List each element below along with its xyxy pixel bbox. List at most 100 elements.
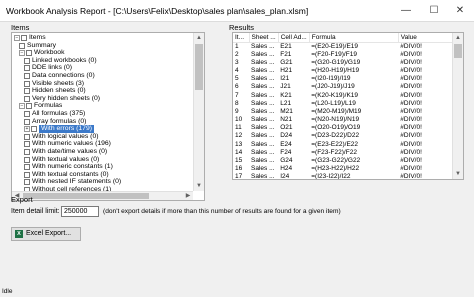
table-row[interactable]: 9 Sales ... M21 =(M20-M19)/M19 #DIV/0! bbox=[233, 108, 456, 116]
tree-item-checkbox-icon[interactable] bbox=[24, 80, 30, 87]
table-row[interactable]: 14 Sales ... F24 =(F23-F22)/F22 #DIV/0! bbox=[233, 149, 456, 157]
tree-item-checkbox-icon[interactable] bbox=[24, 118, 30, 125]
scroll-thumb[interactable] bbox=[195, 44, 203, 90]
table-row[interactable]: 13 Sales ... E24 =(E23-E22)/E22 #DIV/0! bbox=[233, 141, 456, 149]
excel-export-button[interactable]: X Excel Export... bbox=[11, 227, 81, 241]
table-cell: #DIV/0! bbox=[400, 91, 422, 99]
table-row[interactable]: 1 Sales ... E21 =(E20-E19)/E19 #DIV/0! bbox=[233, 42, 456, 51]
items-tree[interactable]: − Items Summary − Workbook Linked workbooks (… bbox=[11, 32, 205, 201]
tree-item-checkbox-icon[interactable] bbox=[24, 171, 30, 178]
tree-item-checkbox-icon[interactable] bbox=[24, 149, 30, 155]
table-row[interactable]: 2 Sales ... F21 =(F20-F19)/F19 #DIV/0! bbox=[233, 51, 456, 59]
table-cell: F24 bbox=[280, 148, 292, 156]
scroll-down-icon[interactable]: ▼ bbox=[194, 181, 204, 191]
table-cell: #DIV/0! bbox=[400, 107, 422, 115]
tree-item-checkbox-icon[interactable] bbox=[24, 164, 30, 171]
item-detail-hint: (don't export details if more than this … bbox=[103, 208, 341, 215]
expand-icon[interactable]: + bbox=[24, 126, 30, 133]
table-cell: 5 bbox=[235, 75, 239, 83]
table-cell: 15 bbox=[235, 157, 243, 165]
table-cell: H21 bbox=[280, 66, 293, 74]
table-cell: Sales ... bbox=[251, 132, 275, 140]
table-row[interactable]: 10 Sales ... N21 =(N20-N19)/N19 #DIV/0! bbox=[233, 116, 456, 124]
scroll-thumb[interactable] bbox=[23, 193, 149, 199]
scroll-up-icon[interactable]: ▲ bbox=[453, 33, 463, 43]
table-cell: N21 bbox=[280, 116, 293, 124]
maximize-icon[interactable]: ☐ bbox=[420, 0, 448, 22]
column-header[interactable]: Sheet ... bbox=[249, 33, 279, 43]
table-row[interactable]: 3 Sales ... G21 =(G20-G19)/G19 #DIV/0! bbox=[233, 59, 456, 67]
table-cell: K21 bbox=[280, 91, 292, 99]
tree-item-checkbox-icon[interactable] bbox=[26, 50, 32, 57]
status-bar: Idle bbox=[0, 285, 474, 297]
collapse-icon[interactable]: − bbox=[19, 103, 25, 110]
table-row[interactable]: 17 Sales ... I24 =(I23-I22)/I22 #DIV/0! bbox=[233, 173, 456, 180]
tree-item-checkbox-icon[interactable] bbox=[24, 95, 30, 102]
table-row[interactable]: 16 Sales ... H24 =(H23-H22)/H22 #DIV/0! bbox=[233, 165, 456, 173]
tree-item-checkbox-icon[interactable] bbox=[19, 42, 25, 49]
scroll-thumb[interactable] bbox=[454, 44, 462, 58]
collapse-icon[interactable]: − bbox=[19, 50, 25, 57]
table-cell: =(G23-G22)/G22 bbox=[311, 157, 361, 165]
table-cell: #DIV/0! bbox=[400, 75, 422, 83]
table-cell: #DIV/0! bbox=[400, 83, 422, 91]
minimize-icon[interactable]: — bbox=[392, 0, 420, 22]
table-row[interactable]: 4 Sales ... H21 =(H20-H19)/H19 #DIV/0! bbox=[233, 67, 456, 75]
table-cell: =(H23-H22)/H22 bbox=[311, 165, 360, 173]
tree-item-checkbox-icon[interactable] bbox=[24, 141, 30, 148]
table-cell: H24 bbox=[280, 165, 293, 173]
table-cell: Sales ... bbox=[251, 173, 275, 180]
table-cell: Sales ... bbox=[251, 124, 275, 132]
table-row[interactable]: 7 Sales ... K21 =(K20-K19)/K19 #DIV/0! bbox=[233, 91, 456, 99]
scroll-right-icon[interactable]: ▶ bbox=[183, 192, 193, 200]
scroll-up-icon[interactable]: ▲ bbox=[194, 33, 204, 43]
tree-item-checkbox-icon[interactable] bbox=[24, 57, 30, 64]
table-cell: #DIV/0! bbox=[400, 148, 422, 156]
table-row[interactable]: 6 Sales ... J21 =(J20-J19)/J19 #DIV/0! bbox=[233, 83, 456, 91]
tree-item-checkbox-icon[interactable] bbox=[31, 126, 37, 133]
table-cell: =(L20-L19)/L19 bbox=[311, 99, 356, 107]
table-cell: E21 bbox=[280, 42, 292, 50]
table-cell: G21 bbox=[280, 58, 293, 66]
table-cell: #DIV/0! bbox=[400, 58, 422, 66]
excel-icon: X bbox=[15, 230, 23, 238]
results-vertical-scrollbar[interactable]: ▲ ▼ bbox=[452, 33, 463, 179]
tree-item-checkbox-icon[interactable] bbox=[24, 65, 30, 72]
column-header[interactable]: Formula bbox=[309, 33, 399, 43]
table-row[interactable]: 11 Sales ... O21 =(O20-O19)/O19 #DIV/0! bbox=[233, 124, 456, 132]
table-cell: Sales ... bbox=[251, 148, 275, 156]
table-cell: 3 bbox=[235, 58, 239, 66]
tree-item-checkbox-icon[interactable] bbox=[24, 111, 30, 117]
tree-item-checkbox-icon[interactable] bbox=[24, 156, 30, 163]
table-cell: Sales ... bbox=[251, 66, 275, 74]
scroll-down-icon[interactable]: ▼ bbox=[453, 169, 463, 179]
table-row[interactable]: 15 Sales ... G24 =(G23-G22)/G22 #DIV/0! bbox=[233, 157, 456, 165]
tree-item-checkbox-icon[interactable] bbox=[24, 179, 30, 186]
table-cell: Sales ... bbox=[251, 91, 275, 99]
table-cell: =(N20-N19)/N19 bbox=[311, 116, 360, 124]
table-cell: O21 bbox=[280, 124, 293, 132]
window-title: Workbook Analysis Report - [C:\Users\Fel… bbox=[6, 6, 309, 16]
tree-horizontal-scrollbar[interactable]: ◀ ▶ bbox=[12, 191, 193, 200]
table-row[interactable]: 5 Sales ... I21 =(I20-I19)/I19 #DIV/0! bbox=[233, 75, 456, 83]
table-cell: 11 bbox=[235, 124, 242, 132]
table-cell: I21 bbox=[280, 75, 290, 83]
column-header[interactable]: Cell Ad... bbox=[278, 33, 310, 43]
table-row[interactable]: 12 Sales ... D24 =(D23-D22)/D22 #DIV/0! bbox=[233, 132, 456, 140]
status-text: Idle bbox=[2, 288, 13, 295]
item-detail-limit-input[interactable]: 250000 bbox=[61, 206, 99, 217]
column-header[interactable]: It... bbox=[233, 33, 250, 43]
close-icon[interactable]: ✕ bbox=[446, 0, 474, 22]
tree-item-checkbox-icon[interactable] bbox=[24, 88, 30, 95]
table-cell: Sales ... bbox=[251, 58, 275, 66]
table-row[interactable]: 8 Sales ... L21 =(L20-L19)/L19 #DIV/0! bbox=[233, 100, 456, 108]
table-cell: #DIV/0! bbox=[400, 157, 422, 165]
results-grid[interactable]: It... Sheet ... Cell Ad... Formula Value 1 Sa… bbox=[232, 32, 464, 180]
column-header[interactable]: Value bbox=[398, 33, 457, 43]
tree-item-checkbox-icon[interactable] bbox=[24, 73, 30, 79]
tree-item-checkbox-icon[interactable] bbox=[24, 133, 30, 140]
tree-item-checkbox-icon[interactable] bbox=[26, 103, 32, 110]
tree-vertical-scrollbar[interactable]: ▲ ▼ bbox=[193, 33, 204, 191]
collapse-icon[interactable]: − bbox=[14, 35, 20, 41]
tree-item-checkbox-icon[interactable] bbox=[21, 35, 27, 41]
